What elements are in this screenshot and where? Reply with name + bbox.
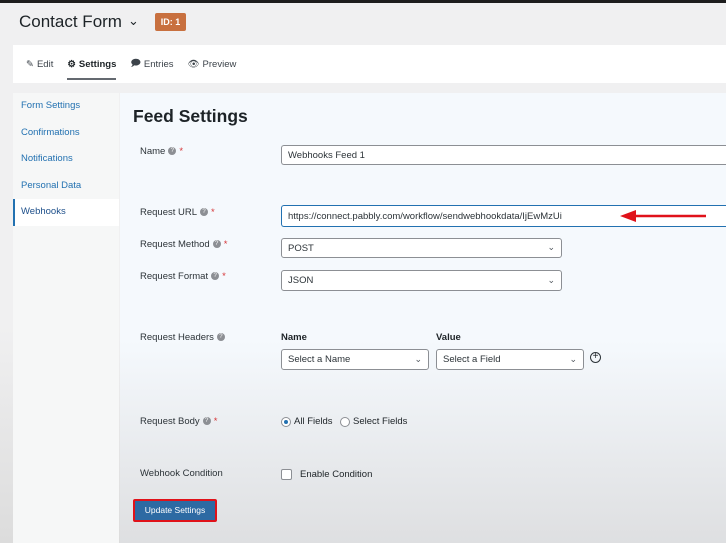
enable-condition-checkbox[interactable]: Enable Condition	[281, 469, 372, 480]
request-format-select[interactable]: JSON ⌄	[281, 270, 562, 291]
chevron-down-icon[interactable]: ⌄	[128, 13, 139, 29]
comment-icon: 🗩	[130, 58, 141, 69]
eye-icon: 👁	[187, 58, 200, 70]
radio-all-fields[interactable]: All Fields	[281, 416, 333, 427]
sidebar-item-webhooks[interactable]: Webhooks	[13, 199, 119, 226]
header-name-select[interactable]: Select a Name ⌄	[281, 349, 429, 370]
chevron-down-icon: ⌄	[569, 353, 577, 364]
name-label: Name? *	[140, 146, 184, 157]
help-icon: ?	[168, 147, 177, 156]
help-icon: ?	[212, 240, 221, 249]
chevron-down-icon: ⌄	[414, 353, 422, 364]
request-method-label: Request Method? *	[140, 239, 228, 250]
sidebar-item-confirmations[interactable]: Confirmations	[13, 120, 119, 147]
header-value-column: Value	[436, 332, 461, 343]
top-bar	[0, 0, 726, 3]
header-value-select[interactable]: Select a Field ⌄	[436, 349, 584, 370]
add-header-icon[interactable]: +	[590, 352, 601, 363]
request-headers-label: Request Headers?	[140, 332, 225, 343]
settings-sidebar: Form Settings Confirmations Notification…	[13, 93, 119, 543]
help-icon: ?	[202, 417, 211, 426]
red-arrow-annotation	[620, 210, 706, 222]
tab-preview[interactable]: 👁 Preview	[187, 45, 236, 83]
tab-entries[interactable]: 🗩 Entries	[130, 45, 173, 83]
tab-edit[interactable]: ✎ Edit	[26, 45, 53, 83]
radio-select-fields[interactable]: Select Fields	[340, 416, 407, 427]
gears-icon: ⚙	[67, 58, 76, 70]
update-settings-button[interactable]: Update Settings	[133, 499, 217, 522]
feed-settings-panel: Feed Settings Name? * Webhooks Feed 1 Req…	[120, 93, 726, 543]
request-body-label: Request Body? *	[140, 416, 218, 427]
tab-bar: ✎ Edit ⚙ Settings 🗩 Entries 👁 Preview	[13, 45, 726, 83]
sidebar-item-notifications[interactable]: Notifications	[13, 146, 119, 173]
webhook-condition-label: Webhook Condition	[140, 468, 223, 479]
sidebar-item-personal-data[interactable]: Personal Data	[13, 173, 119, 200]
id-badge: ID: 1	[155, 13, 186, 31]
tab-settings[interactable]: ⚙ Settings	[67, 45, 117, 83]
page-title: Feed Settings	[133, 106, 248, 126]
help-icon: ?	[200, 208, 209, 217]
request-url-label: Request URL? *	[140, 207, 215, 218]
name-input[interactable]: Webhooks Feed 1	[281, 145, 726, 165]
help-icon: ?	[211, 272, 220, 281]
sidebar-item-form-settings[interactable]: Form Settings	[13, 93, 119, 120]
request-method-select[interactable]: POST ⌄	[281, 238, 562, 258]
edit-icon: ✎	[26, 58, 34, 70]
chevron-down-icon: ⌄	[547, 241, 555, 252]
chevron-down-icon: ⌄	[547, 274, 555, 285]
help-icon: ?	[216, 333, 225, 342]
header-name-column: Name	[281, 332, 307, 343]
request-format-label: Request Format? *	[140, 271, 226, 282]
form-title[interactable]: Contact Form	[19, 12, 122, 32]
